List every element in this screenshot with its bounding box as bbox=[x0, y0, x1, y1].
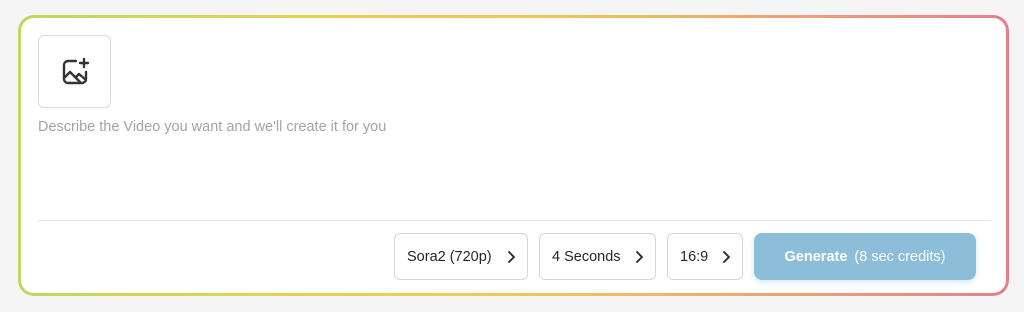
generate-button[interactable]: Generate (8 sec credits) bbox=[754, 233, 976, 280]
duration-selector[interactable]: 4 Seconds bbox=[539, 233, 656, 280]
aspect-ratio-label: 16:9 bbox=[680, 248, 709, 265]
prompt-card: Sora2 (720p) 4 Seconds 16:9 Generate (8 … bbox=[21, 18, 1006, 293]
duration-label: 4 Seconds bbox=[552, 248, 621, 265]
image-plus-icon bbox=[59, 56, 91, 88]
prompt-card-frame: Sora2 (720p) 4 Seconds 16:9 Generate (8 … bbox=[18, 15, 1009, 296]
aspect-ratio-selector[interactable]: 16:9 bbox=[667, 233, 743, 280]
model-selector[interactable]: Sora2 (720p) bbox=[394, 233, 528, 280]
upload-image-button[interactable] bbox=[38, 35, 111, 108]
model-label: Sora2 (720p) bbox=[407, 248, 492, 265]
prompt-input[interactable] bbox=[38, 119, 978, 209]
generate-credits: (8 sec credits) bbox=[854, 248, 946, 265]
generate-label: Generate bbox=[784, 248, 848, 265]
divider bbox=[38, 220, 991, 221]
chevron-right-icon bbox=[634, 250, 644, 264]
chevron-right-icon bbox=[506, 250, 516, 264]
chevron-right-icon bbox=[721, 250, 731, 264]
